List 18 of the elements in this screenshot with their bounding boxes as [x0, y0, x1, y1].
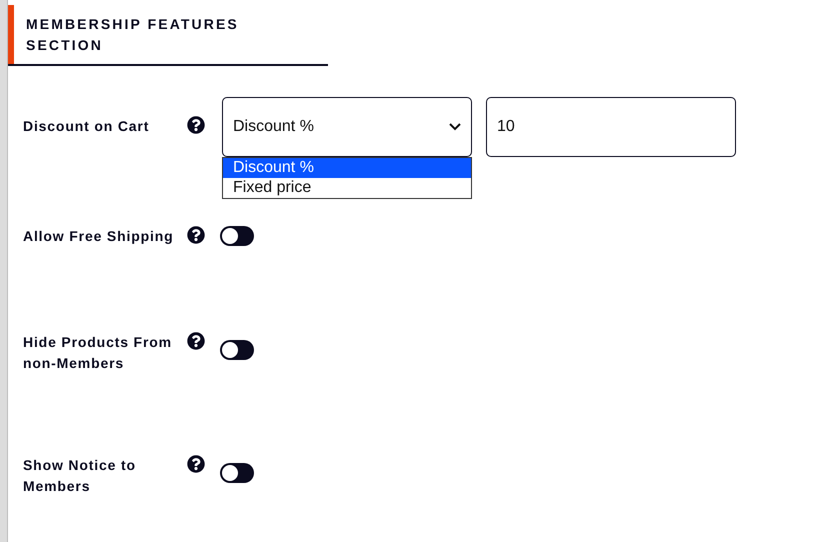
- field-label: Allow Free Shipping: [23, 227, 175, 246]
- toggle-switch[interactable]: [220, 463, 254, 483]
- help-icon[interactable]: [187, 226, 205, 244]
- dropdown-option[interactable]: Discount %: [223, 158, 471, 178]
- dropdown-option[interactable]: Fixed price: [223, 178, 471, 198]
- field-label: Discount on Cart: [23, 117, 150, 136]
- help-icon[interactable]: [187, 455, 205, 473]
- field-label: Hide Products From non-Members: [23, 333, 173, 373]
- toggle-switch[interactable]: [220, 340, 254, 360]
- accent-bar: [8, 5, 14, 64]
- help-icon[interactable]: [187, 332, 205, 350]
- amount-field[interactable]: 10: [486, 97, 736, 157]
- select-field[interactable]: Discount %: [222, 97, 472, 157]
- help-icon[interactable]: [187, 116, 205, 134]
- toggle-switch[interactable]: [220, 226, 254, 246]
- section-title: MEMBERSHIP FEATURES SECTION: [25, 15, 240, 55]
- field-label: Show Notice to Members: [23, 456, 137, 496]
- chevron-down-icon: [449, 123, 461, 131]
